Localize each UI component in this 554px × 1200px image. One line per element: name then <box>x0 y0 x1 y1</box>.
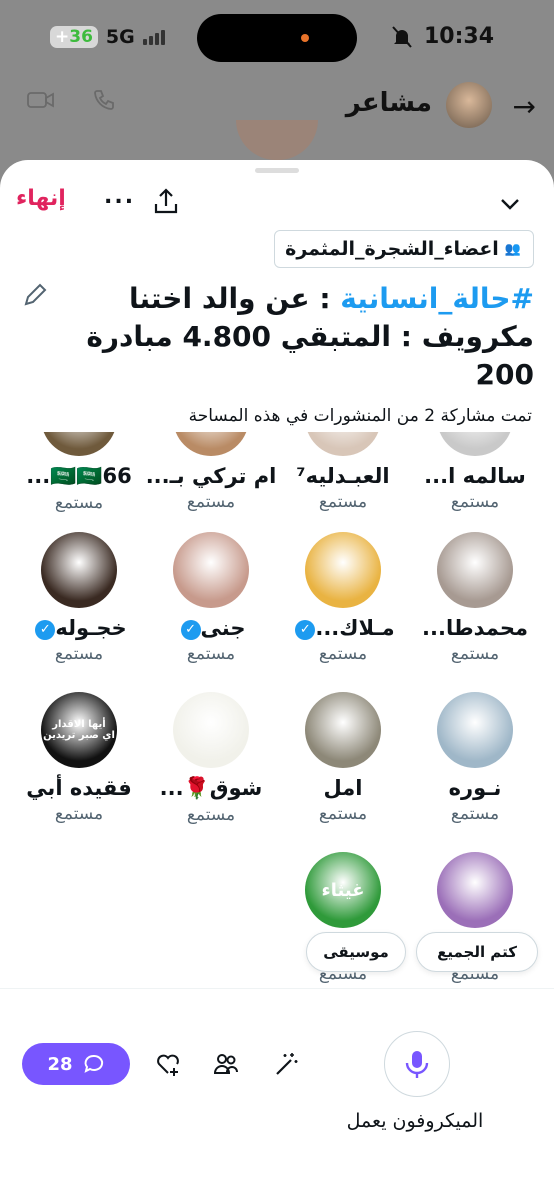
edit-pencil-icon[interactable] <box>20 280 50 310</box>
participant-name: فقيده أبي <box>26 776 132 800</box>
participant-avatar[interactable] <box>305 532 381 608</box>
status-left: +36 5G <box>50 26 165 48</box>
participant-avatar[interactable] <box>437 692 513 768</box>
participant-avatar[interactable] <box>437 532 513 608</box>
video-icon[interactable] <box>26 88 56 112</box>
participant-name: نـوره <box>448 776 502 800</box>
participant-avatar[interactable] <box>173 432 249 456</box>
heart-add-icon[interactable] <box>154 1050 182 1078</box>
messages-button[interactable]: 28 <box>22 1043 130 1085</box>
message-count: 28 <box>47 1053 73 1075</box>
sheet-topbar: إنهاء ... <box>0 184 554 224</box>
participant-avatar[interactable] <box>41 432 117 456</box>
participant-card[interactable]: سالمه ا... مستمع <box>409 432 541 512</box>
space-sheet: إنهاء ... 👥 اعضاء_الشجرة_المثمرة #حالة_ا… <box>0 160 554 1200</box>
mute-all-button[interactable]: كتم الجميع <box>416 932 538 972</box>
participant-role: مستمع <box>186 644 236 664</box>
participant-role: مستمع <box>186 492 236 512</box>
bottom-divider <box>0 988 554 989</box>
participant-avatar[interactable]: غيثاء <box>305 852 381 928</box>
verified-badge-icon: ✓ <box>295 620 316 640</box>
back-arrow-icon[interactable]: → <box>513 90 536 123</box>
header-name: مشاعر <box>345 88 432 118</box>
community-badge[interactable]: 👥 اعضاء_الشجرة_المثمرة <box>274 230 534 268</box>
participant-role: مستمع <box>54 493 104 513</box>
clock: 10:34 <box>423 24 494 49</box>
participant-card[interactable]: مـلاك...✓ مستمع <box>277 532 409 664</box>
participant-avatar[interactable] <box>305 692 381 768</box>
participant-card[interactable]: ام تركي بـ... مستمع <box>145 432 277 512</box>
microphone-status: الميكروفون يعمل <box>346 1110 484 1132</box>
participant-role: مستمع <box>318 492 368 512</box>
participant-avatar[interactable] <box>41 532 117 608</box>
participant-name: خجـوله✓ <box>13 616 145 640</box>
music-button[interactable]: موسيقى <box>306 932 406 972</box>
participant-card[interactable]: امل مستمع <box>277 692 409 824</box>
participant-avatar[interactable] <box>173 532 249 608</box>
participant-role: مستمع <box>318 804 368 824</box>
participant-name: محمدطا... <box>422 616 528 640</box>
participant-role: مستمع <box>186 805 236 825</box>
phone-icon[interactable] <box>92 88 116 112</box>
participant-role: مستمع <box>450 644 500 664</box>
participant-name: 🇸🇦🇸🇦66... <box>26 464 132 488</box>
participant-card[interactable]: شوق🌹... مستمع <box>145 692 277 825</box>
network-label: 5G <box>105 26 135 48</box>
participant-name: ام تركي بـ... <box>145 464 277 488</box>
header-avatar[interactable] <box>446 82 492 128</box>
verified-badge-icon: ✓ <box>35 620 56 640</box>
signal-icon <box>142 29 165 45</box>
drag-handle[interactable] <box>255 168 299 173</box>
participant-name: امل <box>323 776 363 800</box>
participant-avatar[interactable] <box>437 432 513 456</box>
participant-card[interactable]: نـوره مستمع <box>409 692 541 824</box>
participant-role: مستمع <box>54 804 104 824</box>
participant-role: مستمع <box>54 644 104 664</box>
participant-card[interactable]: خجـوله✓ مستمع <box>13 532 145 664</box>
community-icon: 👥 <box>504 241 521 257</box>
share-icon[interactable] <box>150 186 182 218</box>
participant-role: مستمع <box>450 804 500 824</box>
participant-role: مستمع <box>318 644 368 664</box>
chevron-down-icon[interactable] <box>494 188 526 220</box>
microphone-icon <box>405 1051 429 1078</box>
space-title: #حالة_انسانية : عن والد اختنا مكرويف : ا… <box>74 280 534 394</box>
participant-avatar[interactable] <box>305 432 381 456</box>
participant-name: العبـدليه⁷ <box>296 464 390 488</box>
participant-avatar[interactable]: أيها الاقدار اي صبر تريدين <box>41 692 117 768</box>
magic-wand-icon[interactable] <box>272 1050 300 1078</box>
community-label: اعضاء_الشجرة_المثمرة <box>285 238 499 260</box>
end-space-button[interactable]: إنهاء <box>16 186 66 211</box>
participant-card[interactable]: جنى✓ مستمع <box>145 532 277 664</box>
participant-card[interactable]: محمدطا... مستمع <box>409 532 541 664</box>
dynamic-island <box>197 14 357 62</box>
participant-role: مستمع <box>450 492 500 512</box>
battery-indicator: +36 <box>50 26 98 48</box>
more-options-icon[interactable]: ... <box>104 184 135 209</box>
participant-name: جنى✓ <box>145 616 277 640</box>
status-right: 10:34 <box>392 24 494 49</box>
participant-name: شوق🌹... <box>159 776 263 800</box>
participant-card[interactable]: العبـدليه⁷ مستمع <box>277 432 409 512</box>
people-icon[interactable] <box>212 1050 240 1078</box>
participants-grid: سالمه ا... مستمع العبـدليه⁷ مستمع ام تركي بـ… <box>0 432 554 988</box>
participant-avatar[interactable] <box>437 852 513 928</box>
microphone-button[interactable] <box>384 1031 450 1097</box>
title-hashtag[interactable]: #حالة_انسانية <box>340 282 534 315</box>
chat-bubble-icon <box>84 1054 103 1073</box>
bell-muted-icon <box>392 25 412 48</box>
participant-avatar[interactable] <box>173 692 249 768</box>
participant-card[interactable]: 🇸🇦🇸🇦66... مستمع <box>13 432 145 513</box>
participant-name: مـلاك...✓ <box>277 616 409 640</box>
verified-badge-icon: ✓ <box>180 620 201 640</box>
status-bar: +36 5G 10:34 <box>0 0 554 76</box>
shared-posts-note[interactable]: تمت مشاركة 2 من المنشورات في هذه المساحة <box>189 406 532 426</box>
participant-name: سالمه ا... <box>424 464 526 488</box>
participant-card[interactable]: أيها الاقدار اي صبر تريدين فقيده أبي مستمع <box>13 692 145 824</box>
